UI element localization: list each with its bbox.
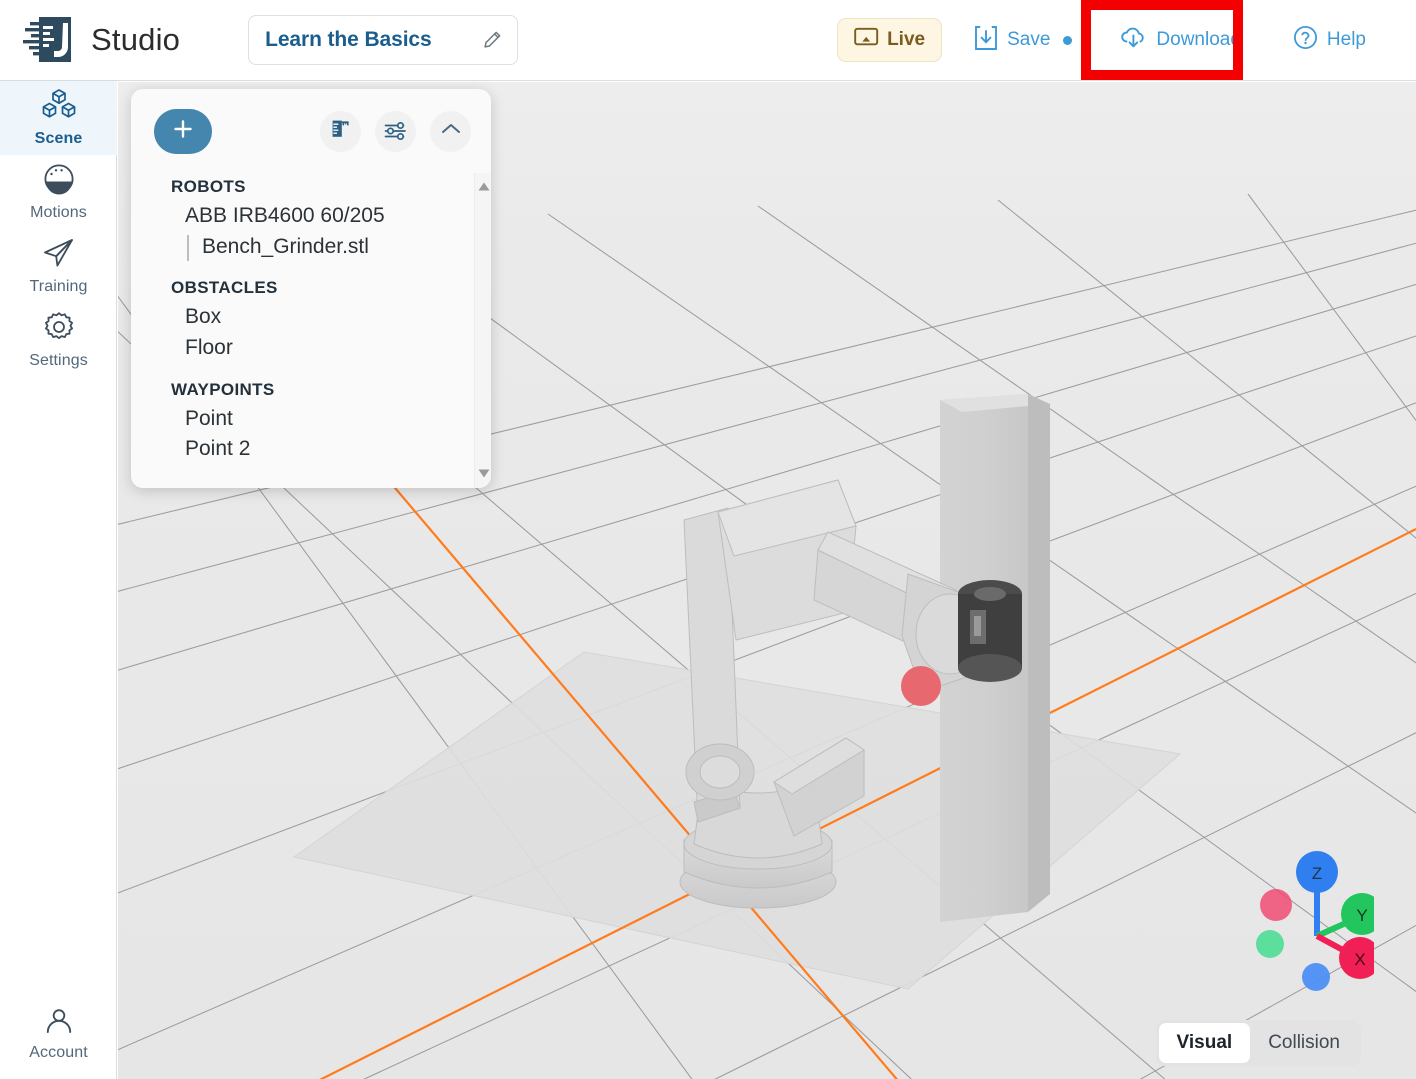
top-toolbar: Studio Learn the Basics Live Save Downlo… [0,0,1416,81]
speedometer-icon [42,162,76,201]
gizmo-neg-z-dot [1302,963,1330,991]
display-mode-collision[interactable]: Collision [1250,1023,1358,1063]
sidebar-label-training: Training [29,278,88,295]
gizmo-neg-x-dot [1260,889,1292,921]
help-label: Help [1326,29,1366,50]
download-label: Download [1156,29,1241,50]
display-mode-visual[interactable]: Visual [1158,1023,1251,1063]
axis-gizmo[interactable]: Z Y X [1214,844,1383,1004]
sidebar-item-scene[interactable]: Scene [0,81,117,155]
svg-text:X: X [1354,950,1365,969]
tree-item-point-2[interactable]: Point 2 [154,434,491,465]
top-actions: Live Save Download Help [837,0,1416,80]
triangle-up-icon[interactable] [478,178,490,196]
waypoint-marker [901,666,941,706]
save-button[interactable]: Save [970,19,1076,62]
display-mode-toggle[interactable]: Visual Collision [1155,1020,1361,1066]
question-circle-icon [1293,25,1318,55]
scene-tree-list[interactable]: ROBOTS ABB IRB4600 60/205 Bench_Grinder.… [131,173,491,488]
cloud-download-icon [1120,25,1147,56]
brand: Studio [22,14,180,66]
sidebar-label-account: Account [29,1044,88,1061]
group-title-obstacles: OBSTACLES [171,278,278,298]
group-title-waypoints: WAYPOINTS [171,379,275,399]
cubes-icon [40,88,78,127]
gizmo-neg-y-dot [1256,930,1284,958]
studio-app: Studio Learn the Basics Live Save Downlo… [0,0,1416,1079]
chevron-up-icon [440,121,462,142]
add-object-button[interactable] [154,108,212,154]
save-download-box-icon [974,25,998,56]
brand-name: Studio [91,22,181,57]
tree-item-box[interactable]: Box [154,302,491,333]
sidebar-item-account[interactable]: Account [0,997,117,1071]
tree-item-tool[interactable]: Bench_Grinder.stl [154,232,491,263]
paper-plane-icon [41,236,77,275]
svg-text:Z: Z [1312,864,1322,883]
sidebar-item-settings[interactable]: Settings [0,303,117,377]
help-button[interactable]: Help [1289,19,1370,61]
cast-screen-icon [854,27,879,53]
download-button[interactable]: Download [1116,19,1245,62]
save-label: Save [1007,29,1051,50]
sidebar-label-motions: Motions [30,204,87,221]
triangle-down-icon[interactable] [478,465,490,483]
plus-icon [171,117,195,146]
pencil-icon[interactable] [481,29,503,51]
project-title-field[interactable]: Learn the Basics [248,15,519,65]
chevron-up-icon-button[interactable] [430,110,471,152]
live-label: Live [887,29,926,50]
scene-panel-tools [320,110,471,152]
tree-item-robot[interactable]: ABB IRB4600 60/205 [154,201,491,232]
group-title-robots: ROBOTS [171,177,246,196]
scene-tree-panel: ROBOTS ABB IRB4600 60/205 Bench_Grinder.… [131,89,491,488]
left-sidebar: Scene Motions Training Settings Account [0,81,117,1079]
tree-item-floor[interactable]: Floor [154,333,491,364]
sidebar-label-settings: Settings [29,352,88,369]
ruler-icon [329,117,352,145]
sidebar-label-scene: Scene [34,130,83,147]
gear-icon [42,310,76,349]
project-title-text: Learn the Basics [265,28,432,51]
tree-item-point[interactable]: Point [154,404,491,435]
svg-text:Y: Y [1356,906,1367,925]
sidebar-item-training[interactable]: Training [0,229,117,303]
scene-tree-scrollbar[interactable] [474,173,491,488]
live-button[interactable]: Live [837,18,943,62]
studio-logo-icon [22,14,78,66]
sliders-icon-button[interactable] [375,110,416,152]
scene-panel-toolbar [131,89,491,173]
ruler-icon-button[interactable] [320,110,361,152]
sidebar-item-motions[interactable]: Motions [0,155,117,229]
unsaved-changes-dot [1063,35,1073,45]
user-icon [43,1006,75,1041]
